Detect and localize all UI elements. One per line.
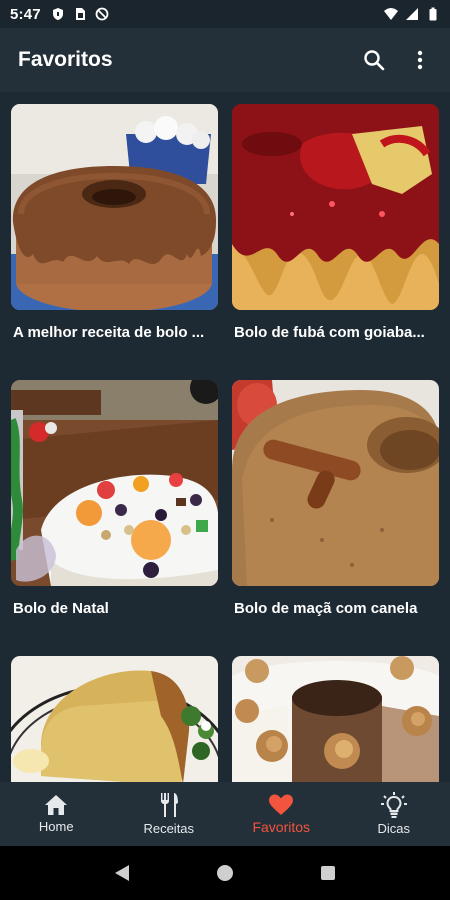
signal-icon <box>406 8 418 20</box>
nav-receitas-label: Receitas <box>143 821 195 836</box>
app-bar: Favoritos <box>0 28 450 92</box>
nav-favoritos[interactable]: Favoritos <box>225 782 338 846</box>
nav-home-label: Home <box>38 819 74 834</box>
battery-icon <box>429 7 437 21</box>
recipe-image <box>232 656 439 782</box>
recipe-card[interactable]: A melhor receita de bolo ... <box>11 104 218 380</box>
recipe-card[interactable]: Bolo de Natal <box>11 380 218 656</box>
recipe-image <box>232 104 439 310</box>
cutlery-icon <box>160 793 178 817</box>
nav-favoritos-label: Favoritos <box>252 818 311 835</box>
lightbulb-icon <box>380 792 407 818</box>
home-icon <box>45 795 68 815</box>
nav-dicas[interactable]: Dicas <box>338 782 450 846</box>
system-navigation-bar <box>0 846 450 900</box>
recipe-image <box>232 380 439 586</box>
wifi-icon <box>384 8 398 20</box>
shield-icon <box>52 8 63 20</box>
favorites-list[interactable]: A melhor receita de bolo ... Bolo de fub… <box>0 92 450 782</box>
recents-button[interactable] <box>313 858 343 888</box>
back-button[interactable] <box>107 858 137 888</box>
more-options-button[interactable] <box>408 48 432 72</box>
page-title: Favoritos <box>18 48 113 71</box>
no-sync-icon <box>95 7 109 21</box>
search-button[interactable] <box>362 48 386 72</box>
sim-card-icon <box>75 8 85 20</box>
heart-icon <box>269 794 294 815</box>
recents-square-icon <box>321 866 336 880</box>
search-icon <box>364 50 385 71</box>
recipe-image <box>11 380 218 586</box>
recipe-image <box>11 656 218 782</box>
bottom-navigation: Home Receitas Favoritos Dicas <box>0 782 450 846</box>
nav-receitas[interactable]: Receitas <box>113 782 226 846</box>
recipe-image <box>11 104 218 310</box>
recipe-card[interactable]: Bolo de fubá com goiaba... <box>232 104 439 380</box>
recipe-card[interactable] <box>11 656 218 782</box>
recipe-title: Bolo de maçã com canela <box>234 600 418 617</box>
nav-home[interactable]: Home <box>0 782 113 846</box>
recipe-card[interactable]: Bolo de maçã com canela <box>232 380 439 656</box>
status-bar: 5:47 <box>0 0 450 28</box>
recipe-title: Bolo de fubá com goiaba... <box>234 324 425 341</box>
recipe-title: A melhor receita de bolo ... <box>13 324 205 341</box>
more-vert-icon <box>417 50 423 70</box>
nav-dicas-label: Dicas <box>377 821 410 836</box>
recipe-card[interactable] <box>232 656 439 782</box>
back-triangle-icon <box>114 865 129 881</box>
recipe-title: Bolo de Natal <box>13 600 109 617</box>
home-circle-icon <box>216 865 233 881</box>
status-time: 5:47 <box>10 5 41 23</box>
home-system-button[interactable] <box>210 858 240 888</box>
